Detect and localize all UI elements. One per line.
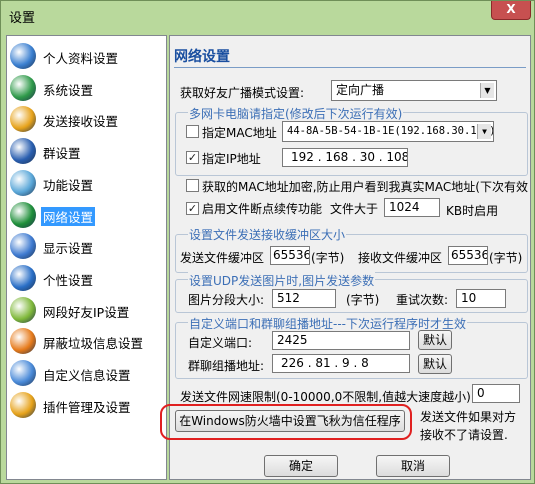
title-bar: 设置 X <box>1 1 534 29</box>
ip-address-field[interactable]: 192 . 168 . 30 . 108 <box>282 148 408 167</box>
system-icon <box>10 74 36 101</box>
sidebar-item-label: 网络设置 <box>41 206 96 226</box>
sidebar-item-label: 显示设置 <box>43 241 94 257</box>
sidebar-item[interactable]: 插件管理及设置 <box>7 390 166 420</box>
settings-window: 设置 X 个人资料设置 系统设置 发送接收设置 群设置 功能设置 网络设置 显示设置 个性设置… <box>0 0 535 484</box>
multicast-address-field[interactable]: 226 . 81 . 9 . 8 <box>272 354 410 373</box>
sidebar-item[interactable]: 自定义信息设置 <box>7 358 166 388</box>
resume-size-field[interactable]: 1024 <box>384 198 440 217</box>
mac-address-select[interactable]: 44-8A-5B-54-1B-1E(192.168.30.108) ▼ <box>282 121 494 142</box>
sidebar-item[interactable]: 屏蔽垃圾信息设置 <box>7 326 166 356</box>
sidebar-item[interactable]: 显示设置 <box>7 231 166 261</box>
sidebar-item-label: 群设置 <box>43 146 81 162</box>
firewall-note-line2: 接收不了请设置. <box>420 428 508 442</box>
plugin-icon <box>10 391 36 418</box>
port-field[interactable]: 2425 <box>272 331 410 350</box>
sidebar-item-label: 网段好友IP设置 <box>43 304 130 320</box>
sidebar-item[interactable]: 发送接收设置 <box>7 104 166 134</box>
sidebar-item[interactable]: 网段好友IP设置 <box>7 295 166 325</box>
broadcast-mode-value: 定向广播 <box>336 83 385 97</box>
group-icon <box>10 138 36 165</box>
firewall-note-line1: 发送文件如果对方 <box>420 410 517 424</box>
ip-label: 指定IP地址 <box>202 152 261 166</box>
network-settings-panel: 网络设置 获取好友广播模式设置: 定向广播 ▼ 多网卡电脑请指定(修改后下次运行… <box>160 35 531 480</box>
chunk-size-label: 图片分段大小: <box>188 293 265 307</box>
sidebar-item[interactable]: 网络设置 <box>7 200 166 230</box>
udp-legend: 设置UDP发送图片时,图片发送参数 <box>188 272 376 289</box>
port-label: 自定义端口: <box>188 336 253 350</box>
encrypt-mac-label: 获取的MAC地址加密,防止用户看到我真实MAC地址(下次有效 <box>202 180 528 194</box>
ok-button[interactable]: 确定 <box>264 455 338 477</box>
resume-unit-label: KB时启用 <box>446 204 499 218</box>
display-icon <box>10 233 36 260</box>
person-icon <box>10 43 36 69</box>
chunk-size-field[interactable]: 512 <box>272 289 336 308</box>
sidebar-item[interactable]: 系统设置 <box>7 73 166 103</box>
section-title: 网络设置 <box>174 49 230 65</box>
speed-limit-label: 发送文件网速限制(0-10000,0不限制,值越大速度越小) <box>180 390 471 404</box>
ip-checkbox[interactable]: ✓ <box>186 151 199 164</box>
shield-spam-icon <box>10 328 36 355</box>
send-receive-icon <box>10 106 36 133</box>
sidebar-item[interactable]: 群设置 <box>7 136 166 166</box>
chevron-down-icon: ▼ <box>477 124 491 139</box>
custom-info-icon <box>10 360 36 386</box>
buffer-legend: 设置文件发送接收缓冲区大小 <box>188 226 347 243</box>
send-buffer-label: 发送文件缓冲区 <box>180 251 265 265</box>
chunk-size-unit: (字节) <box>346 293 380 307</box>
sidebar-item-label: 个性设置 <box>43 272 94 288</box>
retry-count-label: 重试次数: <box>396 293 449 307</box>
resume-checkbox[interactable]: ✓ <box>186 202 199 215</box>
retry-count-field[interactable]: 10 <box>456 289 506 308</box>
close-icon: X <box>506 2 516 16</box>
sidebar-item-label: 插件管理及设置 <box>43 399 131 415</box>
close-button[interactable]: X <box>491 1 531 20</box>
broadcast-mode-select[interactable]: 定向广播 ▼ <box>331 80 497 101</box>
sidebar-item-label: 发送接收设置 <box>43 114 119 130</box>
multicast-default-button[interactable]: 默认 <box>418 354 452 374</box>
sidebar-item-label: 屏蔽垃圾信息设置 <box>43 336 144 352</box>
sidebar-item[interactable]: 个性设置 <box>7 263 166 293</box>
personal-icon <box>10 264 36 291</box>
resume-label: 启用文件断点续传功能 <box>202 202 323 216</box>
sidebar-item-label: 自定义信息设置 <box>43 368 131 383</box>
function-icon <box>10 169 36 196</box>
cancel-button[interactable]: 取消 <box>376 455 450 477</box>
settings-sidebar: 个人资料设置 系统设置发送接收设置 群设置功能设置网络设置显示设置个性设置网段好友I… <box>6 35 167 480</box>
recv-buffer-unit: (字节) <box>489 251 523 265</box>
sidebar-item-label: 个人资料设置 <box>43 51 119 66</box>
mac-label: 指定MAC地址 <box>202 126 277 140</box>
mac-checkbox[interactable] <box>186 125 199 138</box>
section-divider <box>174 67 526 68</box>
multicast-label: 群聊组播地址: <box>188 359 265 373</box>
sidebar-item-label: 功能设置 <box>43 177 94 193</box>
ip-segment-icon <box>10 296 36 323</box>
network-icon <box>10 201 36 228</box>
send-buffer-field[interactable]: 65536 <box>270 246 310 265</box>
recv-buffer-field[interactable]: 65536 <box>448 246 488 265</box>
recv-buffer-label: 接收文件缓冲区 <box>358 251 443 265</box>
window-title: 设置 <box>9 11 36 26</box>
sidebar-item[interactable]: 功能设置 <box>7 168 166 198</box>
send-buffer-unit: (字节) <box>311 251 345 265</box>
sidebar-item[interactable]: 个人资料设置 <box>7 41 166 71</box>
chevron-down-icon: ▼ <box>480 83 494 98</box>
sidebar-item-label: 系统设置 <box>43 82 94 98</box>
speed-limit-field[interactable]: 0 <box>472 384 520 403</box>
firewall-trust-button[interactable]: 在Windows防火墙中设置飞秋为信任程序 <box>175 410 405 432</box>
mac-address-value: 44-8A-5B-54-1B-1E(192.168.30.108) <box>287 125 494 137</box>
port-default-button[interactable]: 默认 <box>418 330 452 350</box>
broadcast-mode-label: 获取好友广播模式设置: <box>180 86 305 100</box>
multi-nic-legend: 多网卡电脑请指定(修改后下次运行有效) <box>188 105 404 122</box>
encrypt-mac-checkbox[interactable] <box>186 179 199 192</box>
resume-size-label: 文件大于 <box>330 202 379 216</box>
